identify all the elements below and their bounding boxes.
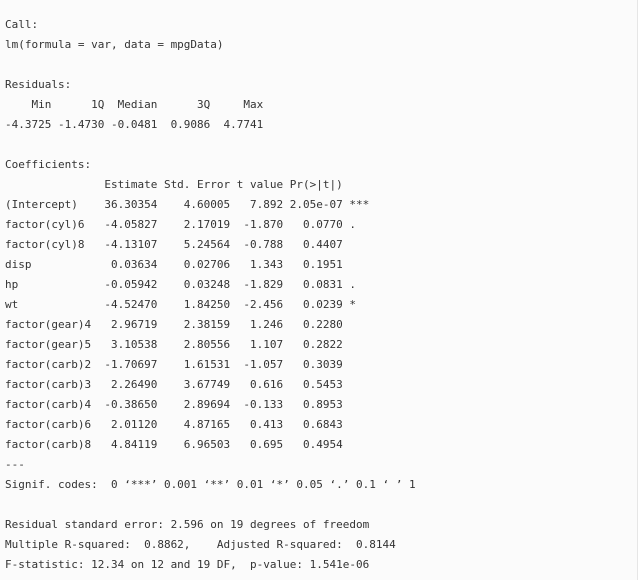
coefficient-row: (Intercept) 36.30354 4.60005 7.892 2.05e…	[5, 198, 370, 211]
significance-codes: Signif. codes: 0 ‘***’ 0.001 ‘**’ 0.01 ‘…	[5, 478, 416, 491]
residuals-header: Residuals:	[5, 78, 72, 91]
coefficient-row: hp -0.05942 0.03248 -1.829 0.0831 .	[5, 278, 370, 291]
coefficients-column-headers: Estimate Std. Error t value Pr(>|t|)	[5, 178, 370, 191]
r-console-output: Call: lm(formula = var, data = mpgData) …	[0, 0, 638, 580]
r-squared: Multiple R-squared: 0.8862, Adjusted R-s…	[5, 538, 403, 551]
coefficient-row: factor(gear)4 2.96719 2.38159 1.246 0.22…	[5, 318, 370, 331]
coefficient-row: factor(cyl)8 -4.13107 5.24564 -0.788 0.4…	[5, 238, 370, 251]
coefficient-row: factor(gear)5 3.10538 2.80556 1.107 0.28…	[5, 338, 370, 351]
coefficient-row: factor(carb)4 -0.38650 2.89694 -0.133 0.…	[5, 398, 370, 411]
coefficient-row: factor(carb)8 4.84119 6.96503 0.695 0.49…	[5, 438, 370, 451]
coefficient-row: factor(carb)6 2.01120 4.87165 0.413 0.68…	[5, 418, 370, 431]
f-statistic: F-statistic: 12.34 on 12 and 19 DF, p-va…	[5, 558, 370, 571]
coefficient-row: factor(cyl)6 -4.05827 2.17019 -1.870 0.0…	[5, 218, 370, 231]
residuals-quantile-labels: Min 1Q Median 3Q Max	[5, 98, 270, 111]
residuals-quantile-values: -4.3725 -1.4730 -0.0481 0.9086 4.7741	[5, 118, 270, 131]
call-header: Call:	[5, 18, 39, 31]
separator-line: ---	[5, 458, 25, 471]
residual-standard-error: Residual standard error: 2.596 on 19 deg…	[5, 518, 370, 531]
coefficient-row: disp 0.03634 0.02706 1.343 0.1951	[5, 258, 370, 271]
coefficient-row: factor(carb)3 2.26490 3.67749 0.616 0.54…	[5, 378, 370, 391]
call-formula: lm(formula = var, data = mpgData)	[5, 38, 224, 51]
coefficient-row: factor(carb)2 -1.70697 1.61531 -1.057 0.…	[5, 358, 370, 371]
coefficient-row: wt -4.52470 1.84250 -2.456 0.0239 *	[5, 298, 370, 311]
coefficients-header: Coefficients:	[5, 158, 92, 171]
